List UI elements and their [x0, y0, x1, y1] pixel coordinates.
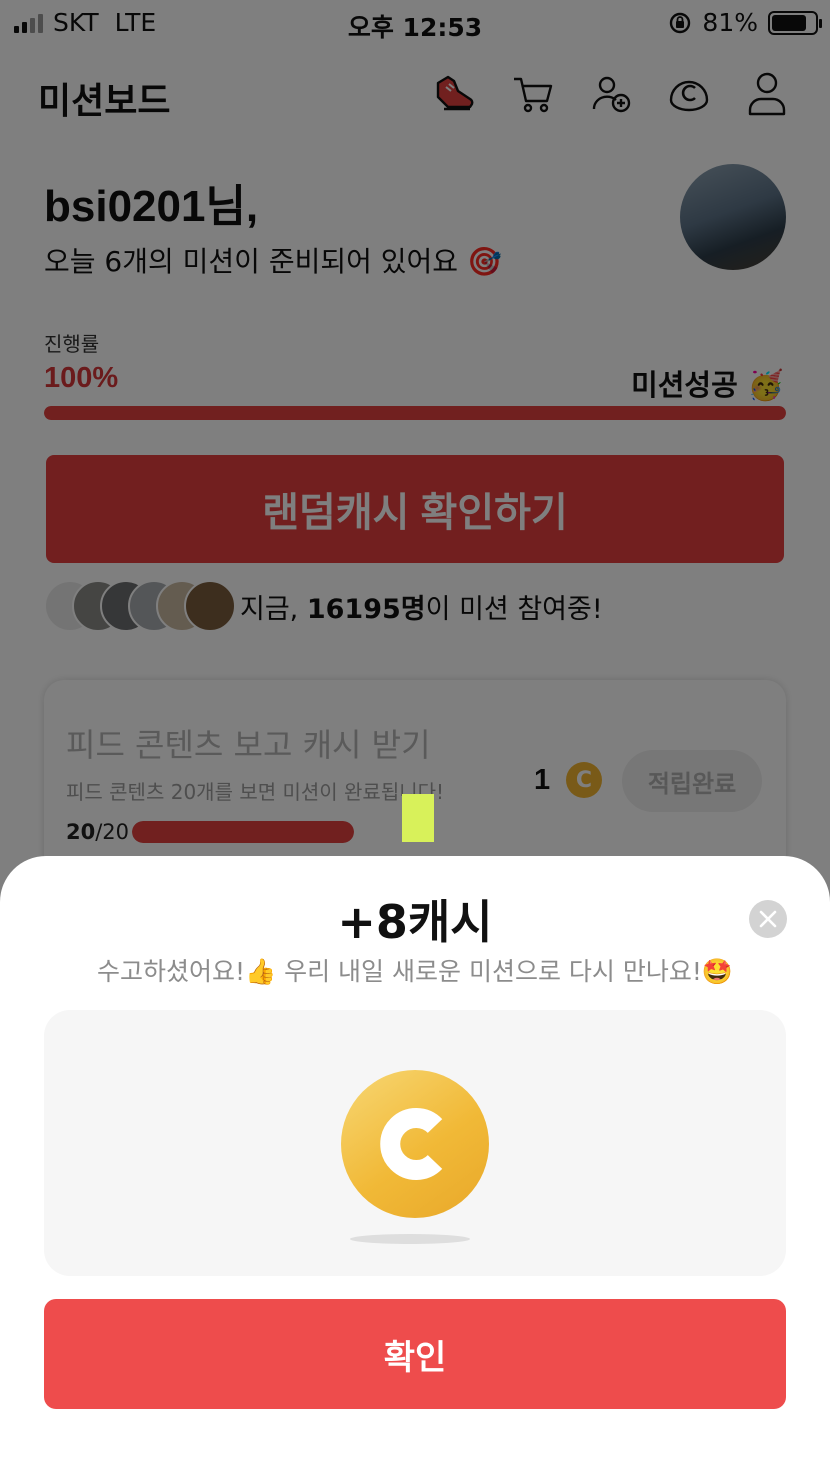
coin-shadow: [350, 1234, 470, 1244]
reward-popup: +8캐시 수고하셨어요!👍 우리 내일 새로운 미션으로 다시 만나요!🤩 확인: [0, 856, 830, 1476]
popup-title: +8캐시: [337, 895, 493, 949]
confirm-button[interactable]: 확인: [44, 1299, 786, 1409]
popup-subtitle: 수고하셨어요!👍 우리 내일 새로운 미션으로 다시 만나요!🤩: [97, 957, 733, 986]
coin-panel: [44, 1010, 786, 1276]
close-button[interactable]: [749, 900, 787, 938]
close-icon: [759, 910, 777, 928]
coin-icon: [341, 1070, 489, 1218]
tap-indicator: [402, 794, 434, 842]
